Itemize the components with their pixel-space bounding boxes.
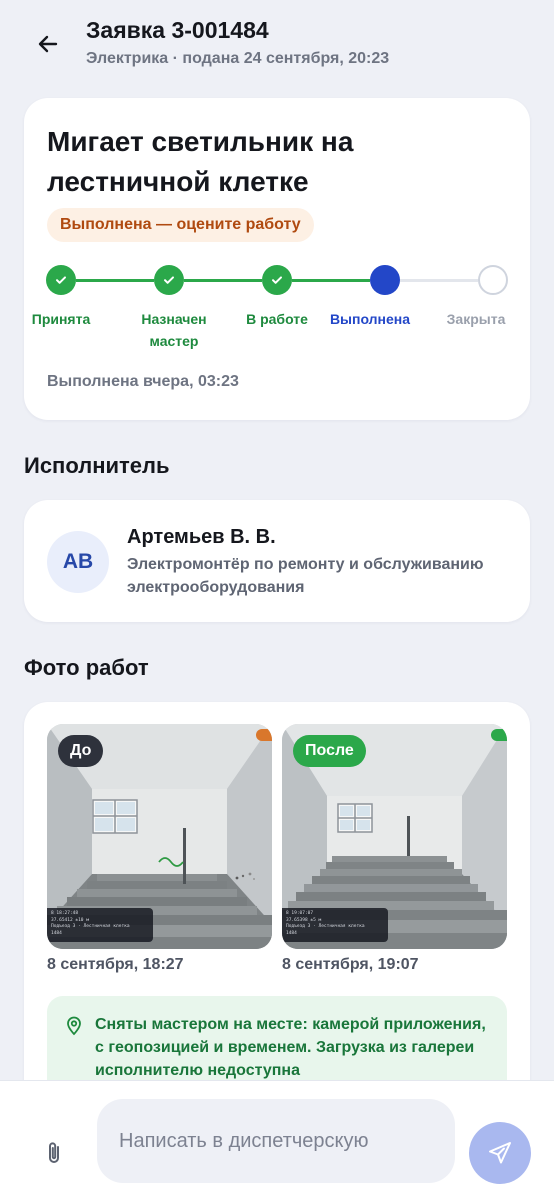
executor-card[interactable]: АВ Артемьев В. В. Электромонтёр по ремон… [24,500,530,622]
completed-time: Выполнена вчера, 03:23 [47,373,239,390]
check-icon [56,276,66,284]
step-closed-circle [478,265,508,295]
photo-after[interactable]: После 8 19:07:07 37.65398 ±5 м Подъезд 3… [282,724,507,949]
photo-before-caption: 8 сентября, 18:27 [47,956,184,973]
map-pin-icon [67,1016,81,1036]
message-composer [0,1080,554,1200]
step-label: Закрыта [446,311,506,327]
request-card: Мигает светильник на лестничной клетке В… [24,98,530,420]
photo-before[interactable]: До 8 18:27:48 37.65412 ±10 м Подъезд 3 ·… [47,724,272,949]
executor-name: Артемьев В. В. [127,526,276,548]
check-icon [164,276,174,284]
photo-after-stamp: 8 19:07:07 37.65398 ±5 м Подъезд 3 · Лес… [282,908,388,942]
step-connector [76,279,154,282]
step-label: Принята [31,311,91,327]
paperclip-icon [49,1142,59,1163]
executor-role: Электромонтёр по ремонту и обслуживанию … [127,556,484,596]
photo-before-tag: До [58,735,104,767]
attach-button[interactable] [40,1139,68,1167]
arrow-left-icon [38,35,58,53]
status-badge[interactable]: Выполнена — оцените работу [47,208,314,242]
photo-after-caption: 8 сентября, 19:07 [282,956,419,973]
photo-after-marker [491,729,507,741]
step-accepted-circle [46,265,76,295]
step-in-progress-circle [262,265,292,295]
step-connector [400,279,478,282]
step-assigned-circle [154,265,184,295]
photos-section-title: Фото работ [24,655,149,680]
geo-note-text: Сняты мастером на месте: камерой приложе… [95,1016,486,1079]
step-label: Назначен мастер [141,311,207,349]
step-done-circle [370,265,400,295]
header: Заявка 3-001484 Электрика · подана 24 се… [0,0,554,90]
step-label: Выполнена [329,311,411,327]
photo-before-marker [256,729,272,741]
check-icon [272,276,282,284]
send-icon [489,1142,511,1164]
page-subtitle: Электрика · подана 24 сентября, 20:23 [86,50,390,67]
step-connector [292,279,370,282]
photos-card: До 8 18:27:48 37.65412 ±10 м Подъезд 3 ·… [24,702,530,1122]
photo-before-stamp: 8 18:27:48 37.65412 ±10 м Подъезд 3 · Ле… [47,908,153,942]
page-title: Заявка 3-001484 [86,17,269,43]
request-title: Мигает светильник на лестничной клетке [47,126,354,197]
status-stepper: Принята Назначен мастер В работе Выполне… [24,262,530,362]
step-label: В работе [246,311,308,327]
executor-section-title: Исполнитель [24,453,170,478]
step-connector [184,279,262,282]
back-button[interactable] [30,26,66,62]
photo-after-tag: После [293,735,366,767]
message-input[interactable] [97,1099,455,1183]
send-button[interactable] [469,1122,531,1184]
avatar: АВ [47,531,109,593]
